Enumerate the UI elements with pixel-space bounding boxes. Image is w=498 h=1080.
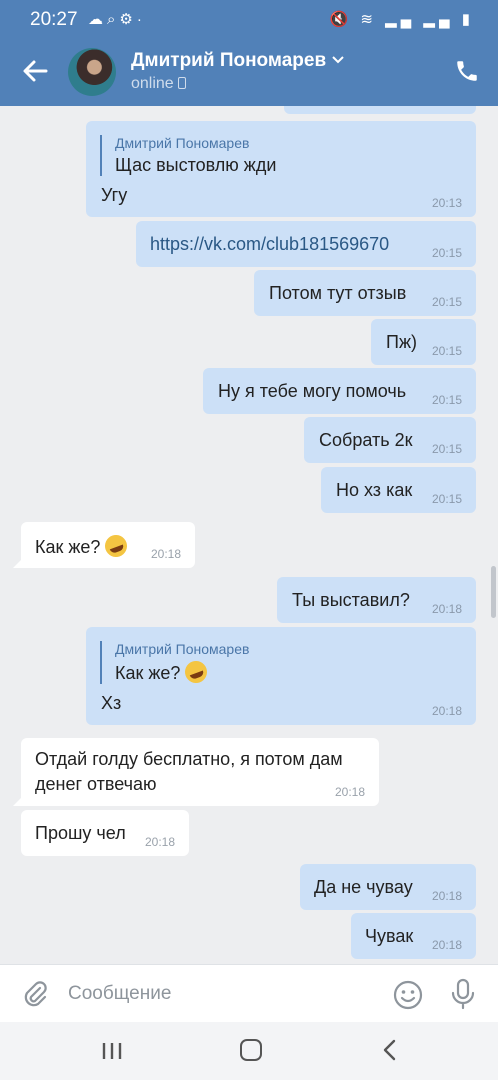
paperclip-icon[interactable]	[20, 979, 50, 1009]
message-time: 20:15	[431, 393, 462, 407]
message-bubble[interactable]: Чувак 20:18	[351, 913, 476, 959]
message-text: Хз	[101, 693, 122, 713]
message-text-line-2: денег отвечаю	[35, 774, 157, 794]
message-text-line-1: Отдай голду бесплатно, я потом дам	[35, 749, 343, 769]
message-time: 20:15	[431, 295, 462, 309]
chevron-down-icon[interactable]	[331, 55, 345, 65]
message-bubble-incoming[interactable]: Как же? 20:18	[13, 522, 195, 568]
app-header: 20:27 ☁⌕⚙· 🔇 ≋ ▂▄ ▂▄ ▮ Дмитрий Пономарев…	[0, 0, 498, 106]
message-text: Собрать 2к	[319, 430, 413, 450]
quoted-message[interactable]: Дмитрий Пономарев Щас выстовлю жди	[100, 135, 276, 176]
quote-author: Дмитрий Пономарев	[115, 135, 250, 151]
message-text: Потом тут отзыв	[269, 283, 407, 303]
message-text: Ну я тебе могу помочь	[218, 381, 407, 401]
microphone-icon[interactable]	[449, 978, 477, 1010]
home-icon[interactable]	[240, 1039, 262, 1061]
message-bubble[interactable]: Ты выставил? 20:18	[277, 577, 476, 623]
quote-text-body: Как же?	[115, 663, 181, 683]
message-time: 20:15	[431, 344, 462, 358]
message-bubble-incoming[interactable]: Прошу чел 20:18	[21, 810, 189, 856]
message-time: 20:18	[144, 835, 175, 849]
message-text: Пж)	[386, 332, 417, 352]
message-list[interactable]: Дмитрий Пономарев Щас выстовлю жди Угу 2…	[0, 106, 498, 964]
message-bubble-incoming[interactable]: Отдай голду бесплатно, я потом дам денег…	[13, 738, 379, 806]
bubble-tail	[13, 554, 27, 568]
back-icon[interactable]	[382, 1039, 398, 1061]
mobile-device-icon	[177, 77, 186, 89]
phone-icon[interactable]	[454, 58, 480, 84]
message-bubble-partial[interactable]	[284, 106, 476, 114]
message-time: 20:18	[431, 889, 462, 903]
system-nav-bar	[0, 1022, 498, 1080]
message-link[interactable]: https://vk.com/club181569670	[150, 234, 389, 255]
composer-bar	[0, 964, 498, 1022]
message-time: 20:18	[431, 704, 462, 718]
message-bubble[interactable]: Потом тут отзыв 20:15	[254, 270, 476, 316]
message-bubble[interactable]: Но хз как 20:15	[321, 467, 476, 513]
contact-name[interactable]: Дмитрий Пономарев	[131, 50, 326, 72]
contact-avatar[interactable]	[68, 48, 116, 96]
status-system-icons: 🔇 ≋ ▂▄ ▂▄ ▮	[329, 11, 474, 28]
message-bubble-link[interactable]: https://vk.com/club181569670 20:15	[136, 221, 476, 267]
bubble-tail	[13, 792, 27, 806]
message-bubble[interactable]: Да не чувау 20:18	[300, 864, 476, 910]
message-time: 20:15	[431, 246, 462, 260]
quote-text: Щас выстовлю жди	[115, 155, 277, 175]
rofl-emoji-icon	[102, 531, 131, 561]
message-text: Да не чувау	[314, 877, 413, 897]
quote-author: Дмитрий Пономарев	[115, 641, 250, 657]
recent-apps-icon[interactable]	[101, 1042, 123, 1060]
message-text: Ты выставил?	[292, 590, 410, 610]
message-bubble[interactable]: Пж) 20:15	[371, 319, 476, 365]
message-text: Но хз как	[336, 480, 413, 500]
smiley-icon[interactable]	[392, 979, 424, 1011]
message-bubble[interactable]: Собрать 2к 20:15	[304, 417, 476, 463]
message-text: Угу	[101, 185, 128, 205]
message-time: 20:15	[431, 492, 462, 506]
message-text: Прошу чел	[35, 823, 126, 843]
rofl-emoji-icon	[182, 657, 211, 687]
message-time: 20:15	[431, 442, 462, 456]
status-time: 20:27	[30, 9, 78, 30]
status-bar: 20:27 ☁⌕⚙· 🔇 ≋ ▂▄ ▂▄ ▮	[0, 0, 498, 40]
message-bubble[interactable]: Ну я тебе могу помочь 20:15	[203, 368, 476, 414]
message-text-body: Как же?	[35, 537, 101, 557]
contact-status: online	[131, 75, 186, 93]
message-time: 20:18	[334, 785, 365, 799]
message-text: Как же?	[35, 531, 131, 561]
message-bubble-reply[interactable]: Дмитрий Пономарев Щас выстовлю жди Угу 2…	[86, 121, 476, 217]
quote-text: Как же?	[115, 657, 249, 687]
scrollbar[interactable]	[491, 566, 496, 618]
quoted-message[interactable]: Дмитрий Пономарев Как же?	[100, 641, 250, 687]
message-text: Чувак	[365, 926, 414, 946]
message-input[interactable]	[68, 981, 368, 1007]
message-time: 20:18	[431, 938, 462, 952]
message-time: 20:13	[431, 196, 462, 210]
back-arrow-icon[interactable]	[20, 56, 50, 86]
status-notification-icons: ☁⌕⚙·	[88, 11, 146, 28]
message-time: 20:18	[431, 602, 462, 616]
status-text: online	[131, 75, 174, 92]
message-bubble-reply[interactable]: Дмитрий Пономарев Как же? Хз 20:18	[86, 627, 476, 725]
message-time: 20:18	[150, 547, 181, 561]
